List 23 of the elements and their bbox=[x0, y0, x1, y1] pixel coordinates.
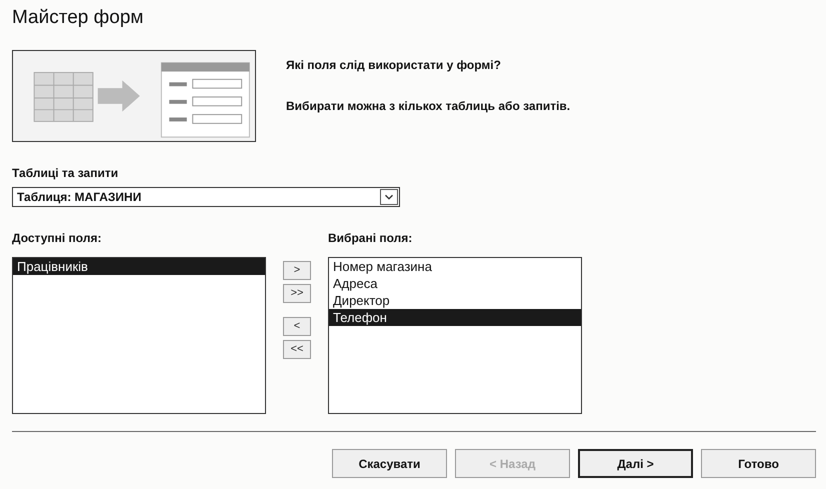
hint-text: Вибирати можна з кількох таблиць або запитів. bbox=[286, 98, 570, 115]
move-button[interactable]: < bbox=[283, 317, 311, 336]
move-button[interactable]: << bbox=[283, 340, 311, 359]
source-label: Таблиці та запити bbox=[12, 165, 118, 182]
question-text: Які поля слід використати у формі? bbox=[286, 57, 501, 74]
wizard-button[interactable]: Далі > bbox=[578, 449, 693, 478]
field-list-item[interactable]: Адреса bbox=[329, 275, 581, 292]
chevron-down-icon bbox=[380, 189, 398, 205]
move-button[interactable]: >> bbox=[283, 284, 311, 303]
move-button[interactable]: > bbox=[283, 261, 311, 280]
selected-label: Вибрані поля: bbox=[328, 230, 412, 247]
field-list-item[interactable]: Номер магазина bbox=[329, 258, 581, 275]
field-list-item[interactable]: Телефон bbox=[329, 309, 581, 326]
wizard-button[interactable]: Готово bbox=[701, 449, 816, 478]
window-title: Майстер форм bbox=[12, 6, 144, 30]
dropdown-value: Таблиця: МАГАЗИНИ bbox=[17, 189, 142, 206]
source-dropdown[interactable]: Таблиця: МАГАЗИНИ bbox=[12, 187, 400, 207]
field-list-item[interactable]: Працівників bbox=[13, 258, 265, 275]
field-list-item[interactable]: Директор bbox=[329, 292, 581, 309]
field-list[interactable]: Працівників bbox=[12, 257, 266, 414]
field-list[interactable]: Номер магазина Адреса Директор Телефон bbox=[328, 257, 582, 414]
wizard-button[interactable]: Скасувати bbox=[332, 449, 447, 478]
available-label: Доступні поля: bbox=[12, 230, 102, 247]
